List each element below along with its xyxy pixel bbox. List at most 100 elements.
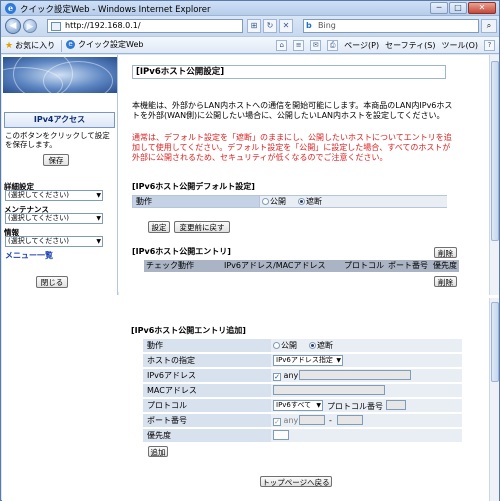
priority-input[interactable] [273,430,289,440]
search-icon[interactable]: ⌕ [481,19,497,33]
protocol-number-label: プロトコル番号 [327,402,383,411]
favorites-button[interactable]: ★ お気に入り [5,40,55,51]
ipv6-any-label: any [283,371,299,380]
port-label: ポート番号 [147,416,187,425]
top-frame: IPv4アクセス このボタンをクリックして設定を保存します。 保存 詳細設定 (… [2,55,499,295]
ipv4-access-button[interactable]: IPv4アクセス [4,112,115,128]
ipv6-address-input[interactable] [299,370,411,380]
refresh-icon[interactable]: ↻ [263,19,277,33]
mail-icon[interactable]: ✉ [310,40,322,51]
add-button[interactable]: 追加 [148,446,168,457]
browser-window: e クイック設定Web - Windows Internet Explorer … [0,0,500,501]
mac-row: MACアドレス [143,384,462,398]
radio-selected-icon [309,342,316,349]
mac-label: MACアドレス [147,386,197,395]
add-radio-open[interactable]: 公開 [273,341,297,351]
default-action-row: 動作 公開 遮断 [132,195,447,208]
title-bar: e クイック設定Web - Windows Internet Explorer … [1,1,499,16]
search-input[interactable]: b Bing [303,19,479,33]
host-spec-row: ホストの指定 IPv6アドレス指定 ▼ [143,354,462,368]
port-to-input[interactable] [337,415,363,425]
menu-list-link[interactable]: メニュー一覧 [5,250,53,261]
maintenance-value: (選択してください) [8,214,70,222]
host-spec-select[interactable]: IPv6アドレス指定 ▼ [273,355,343,366]
radio-selected-icon [298,198,305,205]
forward-arrow-icon[interactable]: ▶ [23,19,37,33]
set-button[interactable]: 設定 [148,221,170,233]
favorites-bar: ★ お気に入り e クイック設定Web ⌂ ≡ ✉ ⎙ ページ(P) セーフティ… [1,36,499,54]
action-label: 動作 [136,197,152,206]
save-button[interactable]: 保存 [43,154,69,166]
ie-logo-icon: e [5,3,16,14]
url-input[interactable]: http://192.168.0.1/ [47,19,243,33]
home-icon[interactable]: ⌂ [276,40,288,51]
scroll-thumb[interactable] [491,61,499,241]
info-select[interactable]: (選択してください) ▼ [5,236,103,247]
help-icon[interactable]: ? [484,40,495,51]
bottom-scrollbar[interactable] [489,298,499,501]
delete-button-bottom[interactable]: 削除 [434,276,457,287]
back-arrow-icon[interactable]: ◀ [5,18,21,34]
port-any-checkbox[interactable]: ✓ any [273,416,298,426]
col-priority: 優先度 [433,261,457,270]
delete-button-top[interactable]: 削除 [434,247,457,258]
description-text: 本機能は、外部からLAN内ホストへの通信を開始可能にします。本商品のLAN内IP… [132,101,453,120]
add-radio-open-label: 公開 [281,341,297,350]
priority-row: 優先度 [143,429,462,443]
protocol-label: プロトコル [147,401,187,410]
compat-view-icon[interactable]: ⊞ [247,19,261,33]
close-button[interactable]: ✕ [468,2,496,14]
tools-menu[interactable]: ツール(O) [441,40,478,51]
page-content: IPv4アクセス このボタンをクリックして設定を保存します。 保存 詳細設定 (… [2,55,499,501]
protocol-row: プロトコル IPv6すべて ▼ プロトコル番号 [143,399,462,413]
col-action: 動作 [178,261,194,270]
chevron-down-icon: ▼ [336,357,341,364]
maintenance-select[interactable]: (選択してください) ▼ [5,213,103,224]
radio-open[interactable]: 公開 [262,197,286,207]
chevron-down-icon: ▼ [96,215,101,222]
port-row: ポート番号 ✓ any - [143,414,462,428]
port-from-input[interactable] [299,415,325,425]
settings-main: [IPv6ホスト公開設定] 本機能は、外部からLAN内ホストへの通信を開始可能に… [119,55,489,295]
radio-block[interactable]: 遮断 [298,197,322,207]
bottom-frame: [IPv6ホスト公開エントリ追加] 動作 公開 遮断 ホストの指定 IPv6アド… [2,298,499,501]
safety-menu[interactable]: セーフティ(S) [385,40,435,51]
detail-settings-select[interactable]: (選択してください) ▼ [5,190,103,201]
ipv6-row: IPv6アドレス ✓ any [143,369,462,383]
save-note: このボタンをクリックして設定を保存します。 [5,131,110,149]
page-title: [IPv6ホスト公開設定] [132,65,446,79]
col-check: チェック [146,261,178,270]
chevron-down-icon: ▼ [96,192,101,199]
detail-settings-value: (選択してください) [8,191,70,199]
host-spec-value: IPv6アドレス指定 [276,356,333,364]
close-page-button[interactable]: 閉じる [36,276,68,288]
port-dash: - [329,416,332,425]
add-section-title: [IPv6ホスト公開エントリ追加] [131,326,246,335]
tab-quick-setup[interactable]: e クイック設定Web [66,39,143,50]
minimize-button[interactable]: ─ [430,2,448,14]
port-any-label: any [283,416,299,425]
stop-icon[interactable]: ✕ [279,19,293,33]
add-radio-block[interactable]: 遮断 [309,341,333,351]
revert-button[interactable]: 変更前に戻す [174,221,230,233]
priority-label: 優先度 [147,431,171,440]
left-menu: IPv4アクセス このボタンをクリックして設定を保存します。 保存 詳細設定 (… [2,55,118,295]
back-to-top-button[interactable]: トップページへ戻る [260,476,332,487]
maximize-button[interactable]: □ [449,2,467,14]
protocol-select[interactable]: IPv6すべて ▼ [273,400,323,411]
top-scrollbar[interactable] [489,55,499,295]
radio-icon [262,198,269,205]
default-section-title: [IPv6ホスト公開デフォルト設定] [132,182,255,191]
mac-address-input[interactable] [273,385,385,395]
protocol-number-input[interactable] [386,400,406,410]
feeds-icon[interactable]: ≡ [293,40,305,51]
banner-image [3,57,117,93]
page-menu[interactable]: ページ(P) [344,40,379,51]
scroll-thumb[interactable] [491,302,499,382]
window-title: クイック設定Web - Windows Internet Explorer [20,5,211,15]
ipv6-any-checkbox[interactable]: ✓ any [273,371,298,381]
warning-text: 通常は、デフォルト設定を「遮断」のままにし、公開したいホストについてエントリを追… [132,133,452,162]
add-radio-block-label: 遮断 [317,341,333,350]
radio-block-label: 遮断 [306,197,322,206]
print-icon[interactable]: ⎙ [327,40,339,51]
